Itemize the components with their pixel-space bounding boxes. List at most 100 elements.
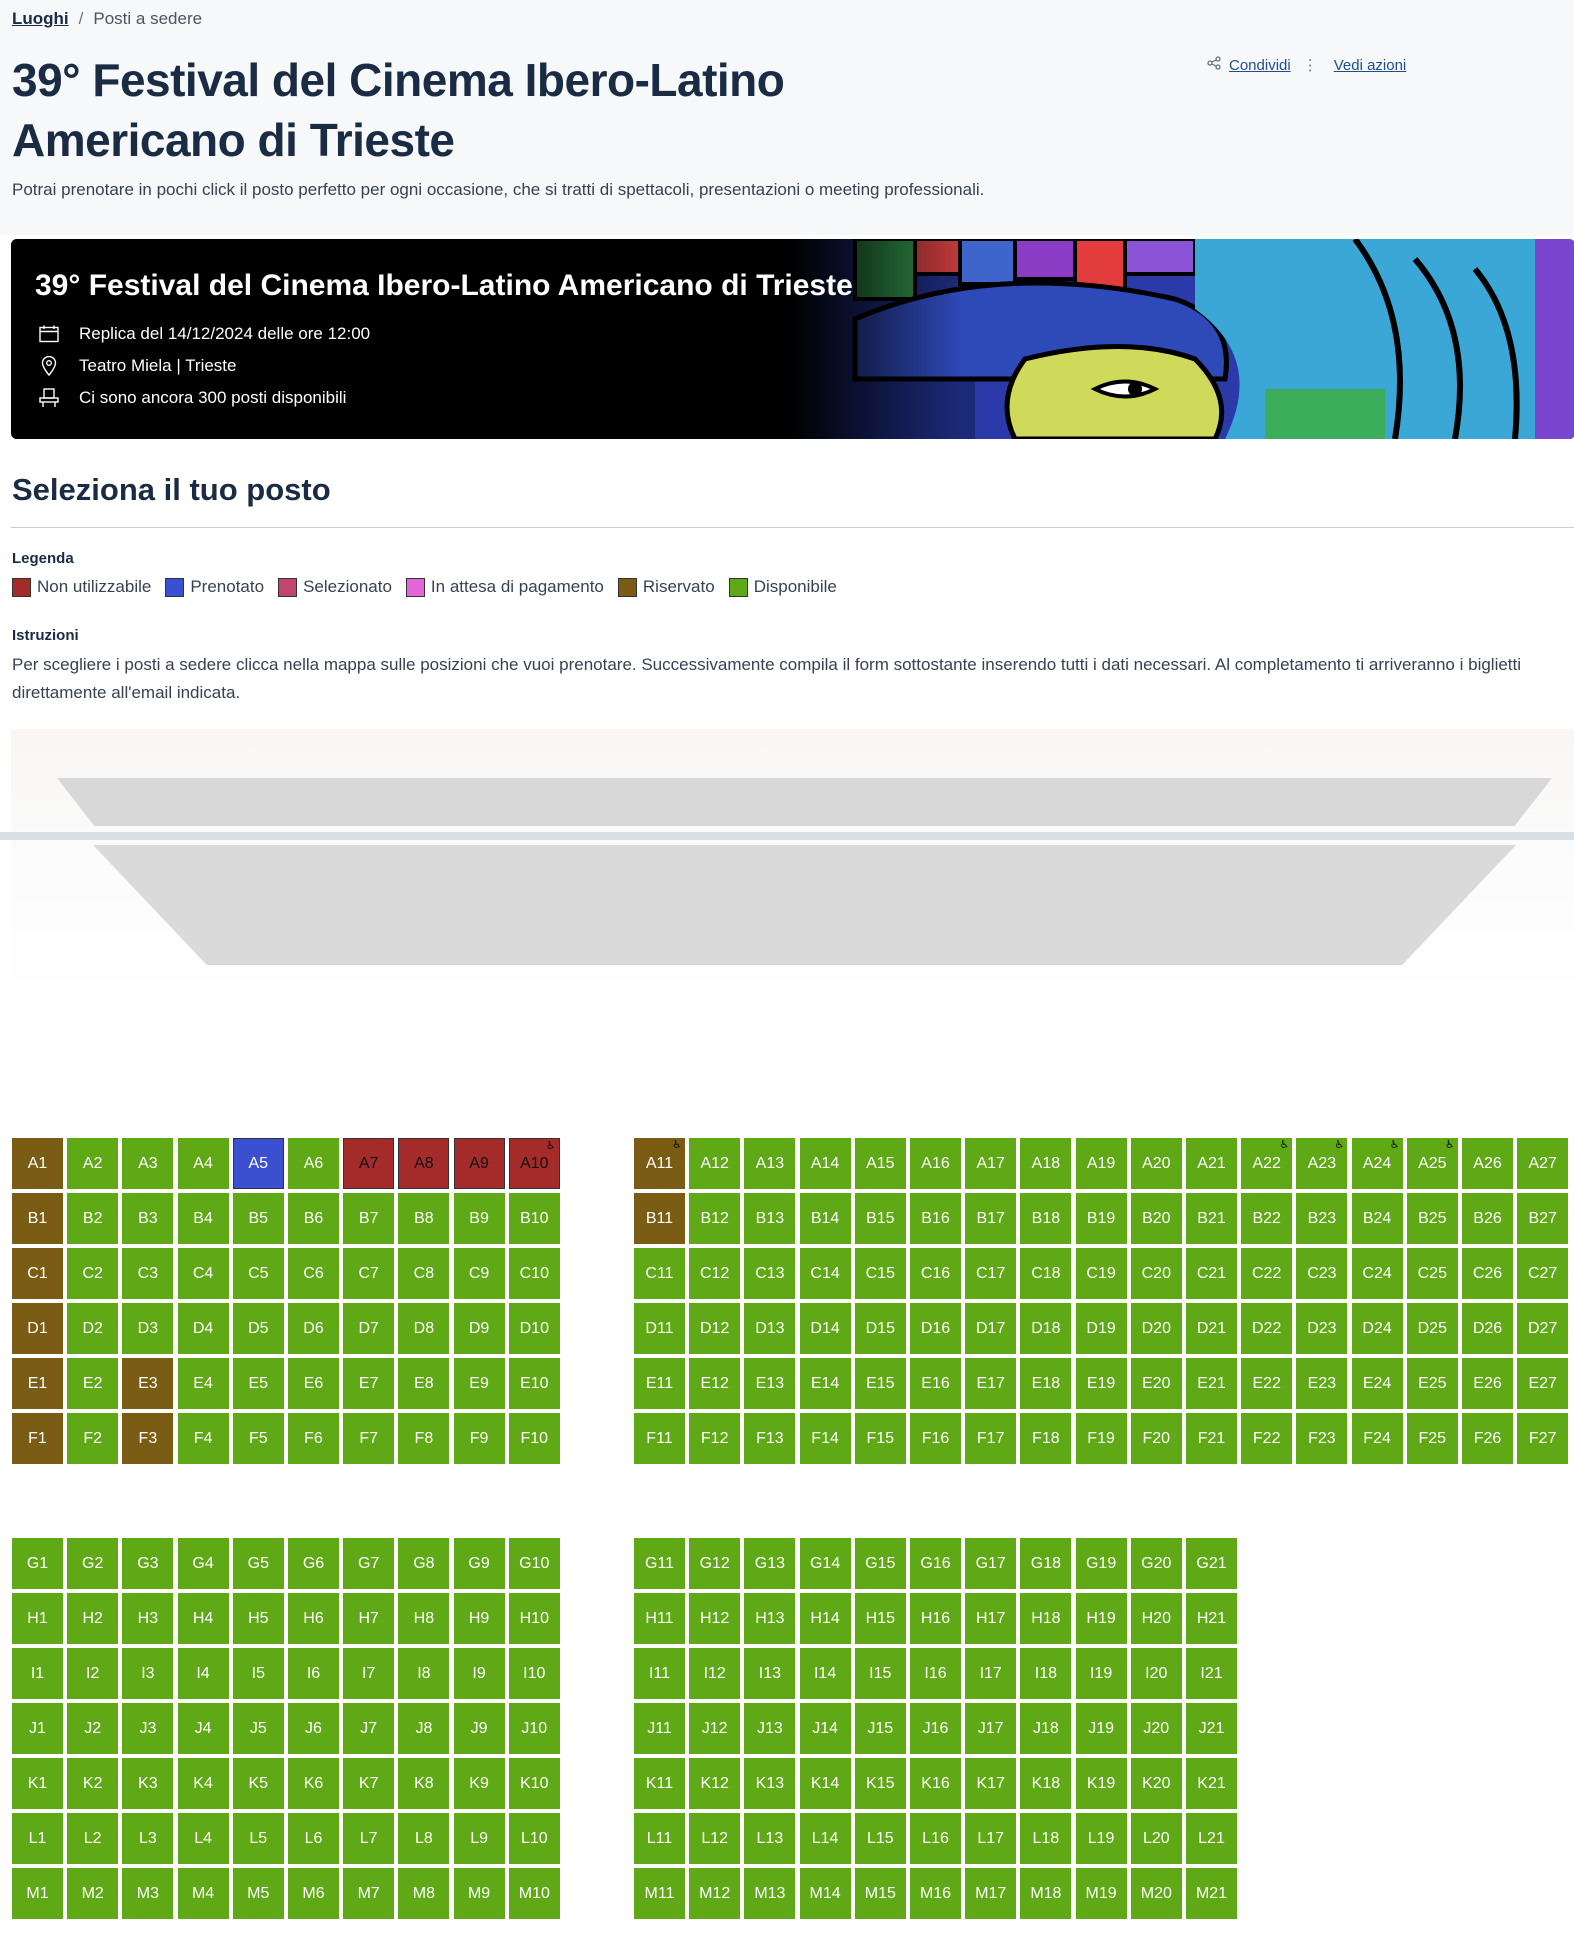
seat-H11[interactable]: H11 (634, 1593, 685, 1644)
seat-B15[interactable]: B15 (854, 1193, 906, 1244)
seat-A11[interactable]: A11 ♿ (634, 1138, 685, 1189)
seat-G13[interactable]: G13 (744, 1538, 796, 1589)
seat-L16[interactable]: L16 (910, 1813, 961, 1864)
seat-M7[interactable]: M7 (343, 1868, 395, 1919)
seat-B27[interactable]: B27 (1517, 1193, 1569, 1244)
seat-K9[interactable]: K9 (453, 1758, 505, 1809)
seat-A1[interactable]: A1 (12, 1138, 63, 1189)
seat-M18[interactable]: M18 (1020, 1868, 1072, 1919)
seat-A15[interactable]: A15 (854, 1138, 906, 1189)
seat-H14[interactable]: H14 (799, 1593, 851, 1644)
seat-K7[interactable]: K7 (343, 1758, 395, 1809)
seat-B8[interactable]: B8 (398, 1193, 450, 1244)
seat-F1[interactable]: F1 (12, 1413, 63, 1464)
seat-K19[interactable]: K19 (1075, 1758, 1127, 1809)
seat-E27[interactable]: E27 (1517, 1358, 1569, 1409)
seat-L15[interactable]: L15 (854, 1813, 906, 1864)
seat-E2[interactable]: E2 (67, 1358, 119, 1409)
seat-H20[interactable]: H20 (1130, 1593, 1182, 1644)
seat-E7[interactable]: E7 (343, 1358, 395, 1409)
seat-M13[interactable]: M13 (744, 1868, 796, 1919)
seat-L7[interactable]: L7 (343, 1813, 395, 1864)
seat-M10[interactable]: M10 (508, 1868, 560, 1919)
seat-C17[interactable]: C17 (965, 1248, 1017, 1299)
seat-B19[interactable]: B19 (1075, 1193, 1127, 1244)
seat-H13[interactable]: H13 (744, 1593, 796, 1644)
seat-B16[interactable]: B16 (910, 1193, 961, 1244)
seat-J19[interactable]: J19 (1075, 1703, 1127, 1754)
seat-C2[interactable]: C2 (67, 1248, 119, 1299)
seat-L9[interactable]: L9 (453, 1813, 505, 1864)
seat-K14[interactable]: K14 (799, 1758, 851, 1809)
seat-J9[interactable]: J9 (453, 1703, 505, 1754)
seat-F21[interactable]: F21 (1186, 1413, 1237, 1464)
seat-E26[interactable]: E26 (1462, 1358, 1513, 1409)
seat-E5[interactable]: E5 (232, 1358, 284, 1409)
seat-D20[interactable]: D20 (1130, 1303, 1182, 1354)
seat-C21[interactable]: C21 (1186, 1248, 1237, 1299)
seat-F25[interactable]: F25 (1406, 1413, 1458, 1464)
seat-H12[interactable]: H12 (689, 1593, 741, 1644)
seat-M2[interactable]: M2 (67, 1868, 119, 1919)
seat-A26[interactable]: A26 (1462, 1138, 1513, 1189)
seat-B1[interactable]: B1 (12, 1193, 63, 1244)
seat-J14[interactable]: J14 (799, 1703, 851, 1754)
seat-L10[interactable]: L10 (508, 1813, 560, 1864)
seat-A14[interactable]: A14 (799, 1138, 851, 1189)
seat-M14[interactable]: M14 (799, 1868, 851, 1919)
seat-E15[interactable]: E15 (854, 1358, 906, 1409)
seat-G3[interactable]: G3 (122, 1538, 174, 1589)
seat-E4[interactable]: E4 (177, 1358, 229, 1409)
seat-C8[interactable]: C8 (398, 1248, 450, 1299)
seat-D3[interactable]: D3 (122, 1303, 174, 1354)
seat-H21[interactable]: H21 (1186, 1593, 1237, 1644)
seat-G17[interactable]: G17 (965, 1538, 1017, 1589)
seat-F16[interactable]: F16 (910, 1413, 961, 1464)
breadcrumb-home-link[interactable]: Luoghi (12, 9, 69, 28)
seat-I21[interactable]: I21 (1186, 1648, 1237, 1699)
seat-H3[interactable]: H3 (122, 1593, 174, 1644)
seat-C5[interactable]: C5 (232, 1248, 284, 1299)
seat-D21[interactable]: D21 (1186, 1303, 1237, 1354)
seat-E17[interactable]: E17 (965, 1358, 1017, 1409)
seat-E6[interactable]: E6 (288, 1358, 339, 1409)
seat-C7[interactable]: C7 (343, 1248, 395, 1299)
seat-F9[interactable]: F9 (453, 1413, 505, 1464)
seat-L14[interactable]: L14 (799, 1813, 851, 1864)
seat-D7[interactable]: D7 (343, 1303, 395, 1354)
seat-J8[interactable]: J8 (398, 1703, 450, 1754)
seat-J11[interactable]: J11 (634, 1703, 685, 1754)
seat-E10[interactable]: E10 (508, 1358, 560, 1409)
seat-D1[interactable]: D1 (12, 1303, 63, 1354)
seat-B24[interactable]: B24 (1351, 1193, 1403, 1244)
seat-B7[interactable]: B7 (343, 1193, 395, 1244)
seat-G4[interactable]: G4 (177, 1538, 229, 1589)
seat-A23[interactable]: A23 ♿ (1296, 1138, 1348, 1189)
seat-K17[interactable]: K17 (965, 1758, 1017, 1809)
share-button[interactable]: Condividi (1207, 56, 1291, 74)
seat-B5[interactable]: B5 (232, 1193, 284, 1244)
seat-M20[interactable]: M20 (1130, 1868, 1182, 1919)
seat-F18[interactable]: F18 (1020, 1413, 1072, 1464)
seat-E22[interactable]: E22 (1241, 1358, 1293, 1409)
seat-B6[interactable]: B6 (288, 1193, 339, 1244)
seat-E1[interactable]: E1 (12, 1358, 63, 1409)
seat-C11[interactable]: C11 (634, 1248, 685, 1299)
seat-E25[interactable]: E25 (1406, 1358, 1458, 1409)
seat-J7[interactable]: J7 (343, 1703, 395, 1754)
seat-M12[interactable]: M12 (689, 1868, 741, 1919)
seat-E11[interactable]: E11 (634, 1358, 685, 1409)
seat-A17[interactable]: A17 (965, 1138, 1017, 1189)
seat-F26[interactable]: F26 (1462, 1413, 1513, 1464)
seat-J4[interactable]: J4 (177, 1703, 229, 1754)
seat-M11[interactable]: M11 (634, 1868, 685, 1919)
seat-H10[interactable]: H10 (508, 1593, 560, 1644)
seat-K5[interactable]: K5 (232, 1758, 284, 1809)
seat-E13[interactable]: E13 (744, 1358, 796, 1409)
seat-K12[interactable]: K12 (689, 1758, 741, 1809)
seat-C10[interactable]: C10 (508, 1248, 560, 1299)
seat-M17[interactable]: M17 (965, 1868, 1017, 1919)
seat-G9[interactable]: G9 (453, 1538, 505, 1589)
seat-K16[interactable]: K16 (910, 1758, 961, 1809)
seat-A20[interactable]: A20 (1130, 1138, 1182, 1189)
